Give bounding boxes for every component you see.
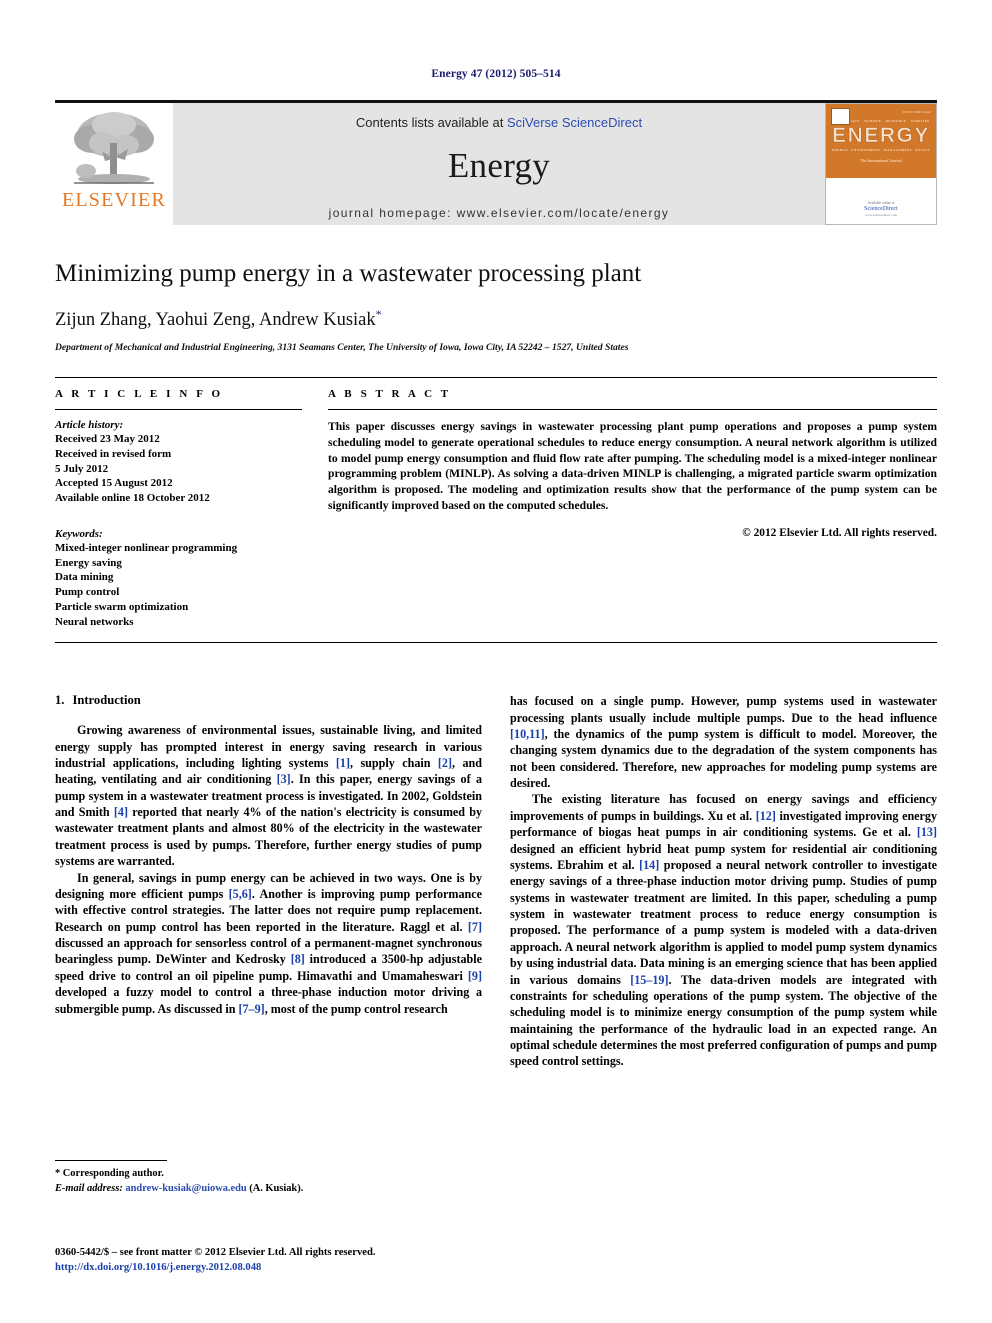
- journal-masthead: ELSEVIER Contents lists available at Sci…: [55, 100, 937, 225]
- cover-topic: MANAGEMENT: [883, 148, 913, 153]
- affiliation: Department of Mechanical and Industrial …: [55, 342, 629, 354]
- citation-ref[interactable]: [3]: [277, 772, 291, 786]
- title-block: Minimizing pump energy in a wastewater p…: [55, 259, 937, 353]
- citation-ref[interactable]: [15–19]: [630, 973, 668, 987]
- cover-sciencedirect-label: ScienceDirect: [864, 206, 898, 212]
- cover-publisher-badge-icon: [831, 108, 850, 125]
- article-info-column: A R T I C L E I N F O Article history: R…: [55, 388, 302, 643]
- left-column: 1. Introduction Growing awareness of envi…: [55, 693, 482, 1070]
- citation-ref[interactable]: [12]: [756, 809, 776, 823]
- cover-topic: ENVIRONMENT: [851, 148, 881, 153]
- elsevier-wordmark: ELSEVIER: [61, 189, 167, 211]
- paragraph: Growing awareness of environmental issue…: [55, 723, 483, 869]
- paragraph: has focused on a single pump. However, p…: [510, 694, 937, 791]
- citation-ref[interactable]: [5,6]: [229, 887, 252, 901]
- corresponding-author-marker: *: [375, 307, 382, 321]
- running-head: Energy 47 (2012) 505–514: [431, 68, 561, 80]
- keywords-block: Keywords: Mixed-integer nonlinear progra…: [55, 528, 302, 629]
- cover-subtitle: The International Journal: [860, 158, 902, 164]
- email-note: E-mail address: andrew-kusiak@uiowa.edu …: [55, 1181, 495, 1196]
- paragraph: The existing literature has focused on e…: [510, 792, 937, 1069]
- cover-available-label: Available online at: [867, 201, 895, 205]
- section-number: 1.: [55, 693, 65, 708]
- divider: [55, 409, 302, 411]
- imprint-block: 0360-5442/$ – see front matter © 2012 El…: [55, 1245, 525, 1276]
- keyword-item: Mixed-integer nonlinear programming: [55, 541, 238, 554]
- journal-cover-thumbnail: ISSN 0360-5442 TECHNOLOGY SCIENCE RESOUR…: [825, 103, 937, 225]
- cover-topic: ENERGY: [831, 148, 849, 153]
- history-item: Received in revised form: [55, 447, 172, 460]
- history-item: Received 23 May 2012: [55, 433, 160, 446]
- citation-ref[interactable]: [4]: [114, 805, 128, 819]
- cover-issn: ISSN 0360-5442: [903, 110, 931, 114]
- citation-ref[interactable]: [9]: [468, 969, 482, 983]
- citation-ref[interactable]: [7–9]: [238, 1002, 264, 1016]
- email-label: E-mail address:: [55, 1183, 123, 1195]
- footnote-divider: [55, 1160, 167, 1161]
- masthead-center: Contents lists available at SciVerse Sci…: [173, 103, 825, 225]
- history-item: Accepted 15 August 2012: [55, 477, 173, 490]
- author-list: Zijun Zhang, Yaohui Zeng, Andrew Kusiak*: [55, 307, 937, 331]
- abstract-heading: A B S T R A C T: [328, 388, 452, 401]
- keywords-label: Keywords:: [55, 527, 103, 540]
- keyword-item: Energy saving: [55, 556, 122, 569]
- abstract-column: A B S T R A C T This paper discusses ene…: [328, 388, 937, 643]
- corresponding-author-note: * Corresponding author.: [55, 1168, 164, 1179]
- section-heading: 1. Introduction: [55, 693, 482, 708]
- elsevier-logo: ELSEVIER: [55, 103, 173, 225]
- journal-title: Energy: [447, 146, 551, 185]
- paper-page: Energy 47 (2012) 505–514 ELSEVIER Conten…: [0, 0, 992, 1323]
- page-title: Minimizing pump energy in a wastewater p…: [55, 260, 642, 287]
- citation-ref[interactable]: [1]: [336, 756, 350, 770]
- sciencedirect-link[interactable]: SciVerse ScienceDirect: [507, 115, 642, 130]
- section-title-text: Introduction: [72, 693, 141, 708]
- cover-url: www.sciencedirect.com: [864, 213, 898, 217]
- citation-ref[interactable]: [2]: [438, 756, 452, 770]
- keyword-item: Pump control: [55, 586, 120, 599]
- article-history-label: Article history:: [55, 419, 124, 432]
- cover-bottom: Available online at ScienceDirect www.sc…: [826, 178, 936, 224]
- cover-topic: SUPPLIES: [910, 119, 930, 124]
- keyword-item: Particle swarm optimization: [55, 600, 189, 613]
- body-columns: 1. Introduction Growing awareness of envi…: [55, 693, 937, 1070]
- issn-copyright-line: 0360-5442/$ – see front matter © 2012 El…: [55, 1247, 376, 1258]
- email-link[interactable]: andrew-kusiak@uiowa.edu: [125, 1183, 246, 1194]
- cover-top: ISSN 0360-5442 TECHNOLOGY SCIENCE RESOUR…: [826, 104, 936, 179]
- abstract-text: This paper discusses energy savings in w…: [328, 420, 937, 512]
- article-info-heading: A R T I C L E I N F O: [55, 388, 224, 401]
- cover-topic: RESOURCE: [885, 119, 907, 124]
- citation-ref[interactable]: [8]: [291, 952, 305, 966]
- keyword-item: Neural networks: [55, 615, 134, 628]
- right-column: has focused on a single pump. However, p…: [510, 693, 937, 1070]
- citation-ref[interactable]: [10,11]: [510, 727, 545, 741]
- cover-title: ENERGY: [832, 124, 930, 148]
- history-item: Available online 18 October 2012: [55, 492, 210, 505]
- history-item: 5 July 2012: [55, 462, 109, 475]
- cover-topic: POLICY: [915, 148, 930, 153]
- contents-available-line: Contents lists available at SciVerse Sci…: [356, 115, 642, 130]
- doi-link[interactable]: http://dx.doi.org/10.1016/j.energy.2012.…: [55, 1260, 525, 1275]
- cover-topic: SCIENCE: [864, 119, 882, 124]
- abstract-copyright: © 2012 Elsevier Ltd. All rights reserved…: [742, 526, 937, 539]
- paragraph: In general, savings in pump energy can b…: [55, 870, 482, 1016]
- citation-ref[interactable]: [13]: [917, 825, 937, 839]
- cover-topics-row-2: ENERGY ENVIRONMENT MANAGEMENT POLICY: [830, 148, 931, 152]
- elsevier-tree-icon: [74, 112, 154, 184]
- citation-ref[interactable]: [14]: [639, 858, 659, 872]
- contents-prefix: Contents lists available at: [355, 115, 507, 130]
- info-abstract-band: A R T I C L E I N F O Article history: R…: [55, 377, 937, 644]
- footnote-block: * Corresponding author. E-mail address: …: [55, 1160, 495, 1196]
- citation-ref[interactable]: [7]: [468, 920, 482, 934]
- divider: [328, 409, 937, 411]
- author-names: Zijun Zhang, Yaohui Zeng, Andrew Kusiak: [55, 310, 376, 331]
- journal-homepage-link[interactable]: journal homepage: www.elsevier.com/locat…: [329, 206, 670, 220]
- keyword-item: Data mining: [55, 571, 114, 584]
- email-suffix: (A. Kusiak).: [246, 1183, 304, 1195]
